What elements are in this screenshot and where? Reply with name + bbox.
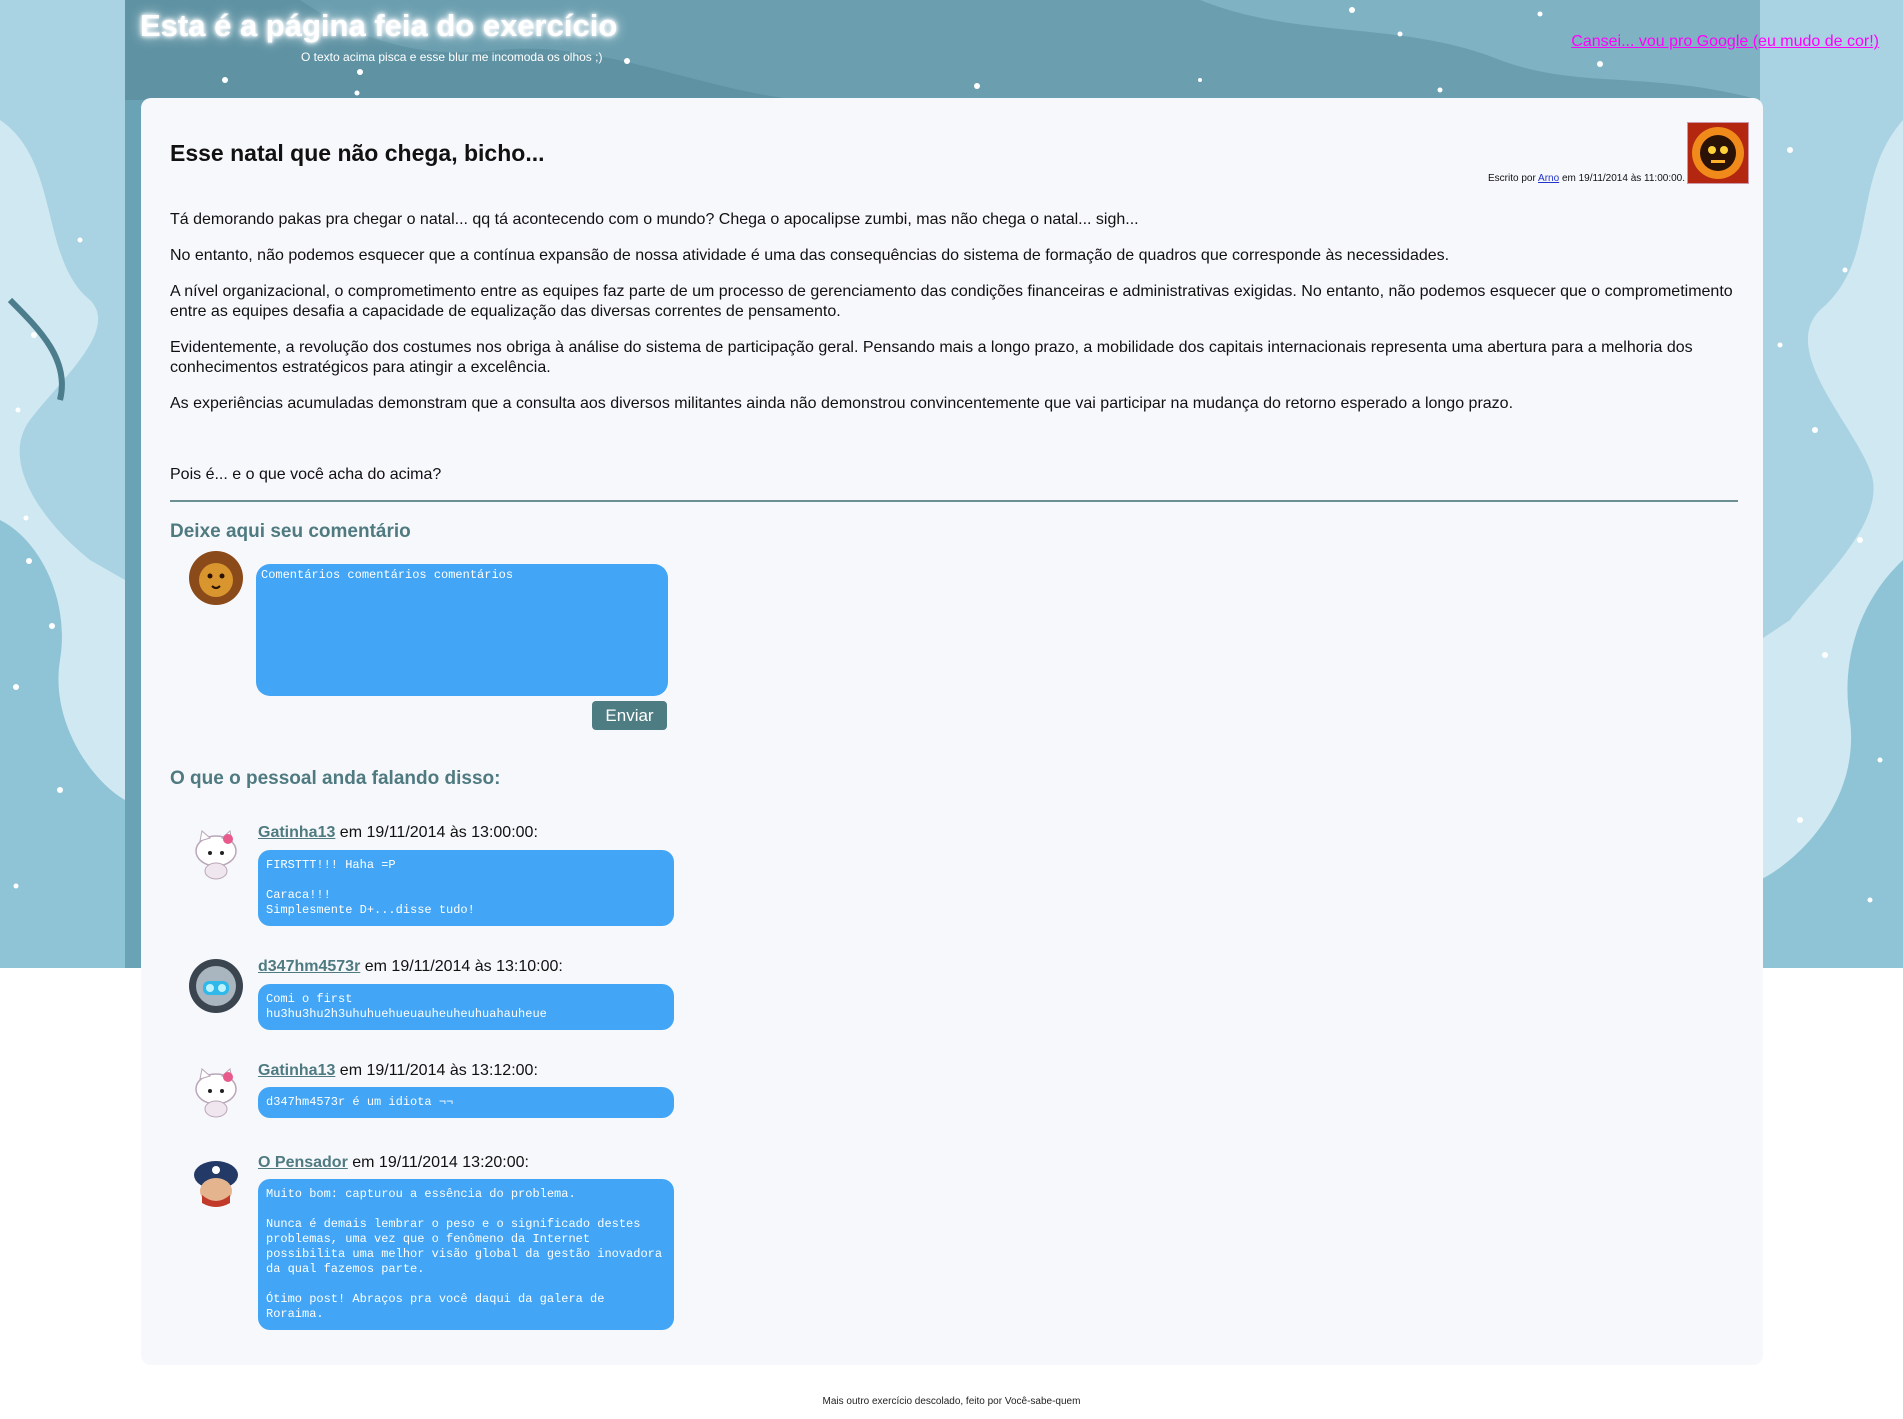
user-avatar <box>186 548 246 608</box>
site-subtitle: O texto acima pisca e esse blur me incom… <box>301 50 603 64</box>
post-paragraph: As experiências acumuladas demonstram qu… <box>170 395 1514 412</box>
lion-icon <box>186 548 246 608</box>
site-title: Esta é a página feia do exercício <box>140 8 618 43</box>
post-card: Esse natal que não chega, bicho... Escri… <box>141 98 1763 1365</box>
comment-meta: Gatinha13 em 19/11/2014 às 13:12:00: <box>258 1062 538 1080</box>
commenter-avatar <box>186 1059 246 1119</box>
commenter-link[interactable]: O Pensador <box>258 1154 348 1171</box>
comment-meta: O Pensador em 19/11/2014 13:20:00: <box>258 1154 529 1172</box>
commenter-link[interactable]: Gatinha13 <box>258 824 335 841</box>
commenter-avatar <box>186 1151 246 1211</box>
author-avatar <box>1687 122 1749 184</box>
comment-date: em 19/11/2014 às 13:00:00: <box>335 824 538 841</box>
comment-meta: Gatinha13 em 19/11/2014 às 13:00:00: <box>258 824 538 842</box>
comment-meta: d347hm4573r em 19/11/2014 às 13:10:00: <box>258 958 563 976</box>
post-body: Tá demorando pakas pra chegar o natal...… <box>170 210 1740 430</box>
byline-prefix: Escrito por <box>1488 173 1536 184</box>
commenter-link[interactable]: Gatinha13 <box>258 1062 335 1079</box>
comment-date: em 19/11/2014 às 13:12:00: <box>335 1062 538 1079</box>
post-paragraph: Evidentemente, a revolução dos costumes … <box>170 339 1693 376</box>
comment-text: Muito bom: capturou a essência do proble… <box>258 1179 674 1330</box>
captain-icon <box>186 1151 246 1211</box>
commenter-link[interactable]: d347hm4573r <box>258 958 360 975</box>
google-link[interactable]: Cansei... vou pro Google (eu mudo de cor… <box>1571 33 1879 51</box>
hello-kitty-icon <box>186 821 246 881</box>
robot-icon <box>186 956 246 1016</box>
post-title: Esse natal que não chega, bicho... <box>170 140 545 166</box>
send-button[interactable]: Enviar <box>592 701 667 730</box>
comment-date: em 19/11/2014 13:20:00: <box>347 1154 529 1171</box>
footer: Mais outro exercício descolado, feito po… <box>822 1396 1081 1407</box>
commenter-avatar <box>186 821 246 881</box>
author-link[interactable]: Arno <box>1538 173 1559 184</box>
comment-date: em 19/11/2014 às 13:10:00: <box>360 958 563 975</box>
comments-heading: O que o pessoal anda falando disso: <box>170 768 501 789</box>
comment-form-heading: Deixe aqui seu comentário <box>170 521 411 542</box>
comment-textarea[interactable] <box>256 564 668 696</box>
skull-icon <box>1688 123 1748 183</box>
commenter-avatar <box>186 956 246 1016</box>
byline-suffix: em 19/11/2014 às 11:00:00. <box>1561 173 1685 184</box>
post-question: Pois é... e o que você acha do acima? <box>170 466 442 483</box>
comment-text: FIRSTTT!!! Haha =P Caraca!!! Simplesment… <box>258 850 674 926</box>
comment-text: d347hm4573r é um idiota ¬¬ <box>258 1087 674 1118</box>
comment-text: Comi o first hu3hu3hu2h3uhuhuehueuauheuh… <box>258 984 674 1030</box>
divider <box>170 500 1738 502</box>
post-paragraph: No entanto, não podemos esquecer que a c… <box>170 247 1450 264</box>
post-paragraph: A nível organizacional, o comprometiment… <box>170 283 1733 320</box>
hello-kitty-icon <box>186 1059 246 1119</box>
post-paragraph: Tá demorando pakas pra chegar o natal...… <box>170 211 1139 228</box>
post-byline: Escrito por Arno em 19/11/2014 às 11:00:… <box>1488 173 1685 184</box>
